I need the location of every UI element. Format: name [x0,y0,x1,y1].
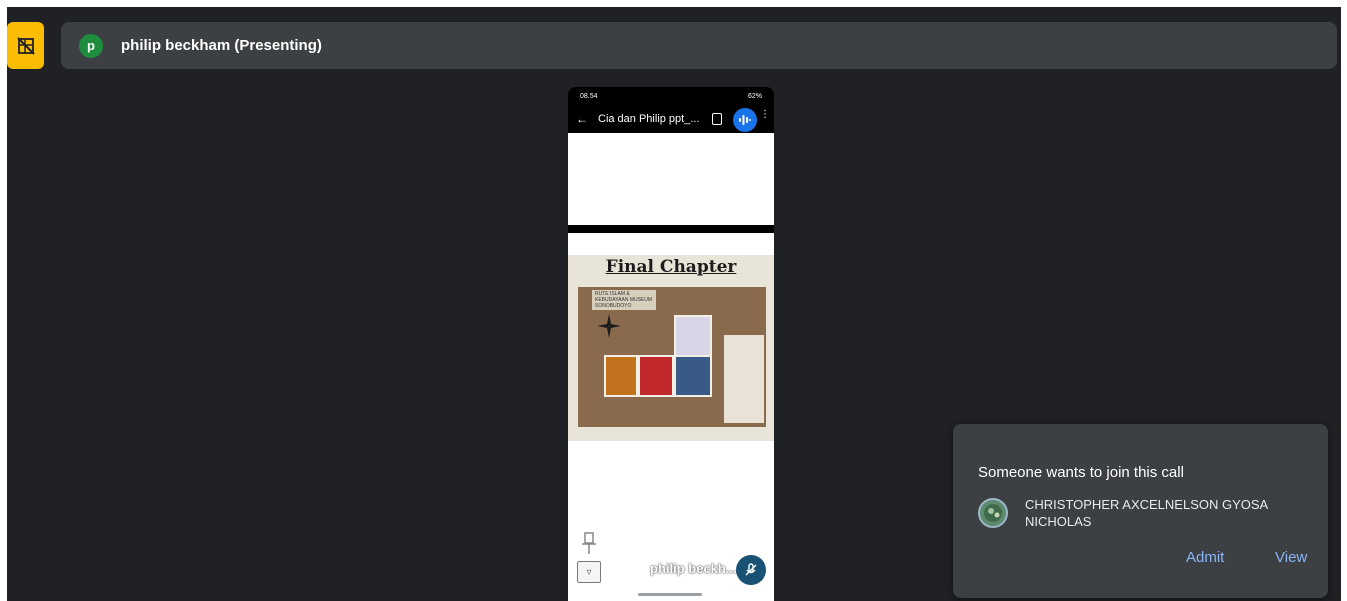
compass-icon [597,314,621,338]
phone-app-bar: ← Cia dan Philip ppt_... ⋮ [568,105,774,133]
status-time: 08.54 [580,92,598,100]
map-legend [724,335,764,423]
frame-capture-icon[interactable]: ▿ [577,561,601,583]
document-icon [712,113,722,125]
doc-title: Cia dan Philip ppt_... [598,113,700,125]
slide-thumbnail: Final Chapter RUTE ISLAM & KEBUDAYAAN MU… [568,255,774,441]
layout-tile-button[interactable] [7,22,44,69]
audio-wave-icon [733,108,757,132]
map-room-white [674,315,712,357]
map-room-red [638,355,674,397]
grid-off-icon [16,36,35,55]
view-button[interactable]: View [1275,549,1307,566]
guest-avatar [978,498,1008,528]
shared-screen: 08.54 62% ← Cia dan Philip ppt_... ⋮ Fin… [568,87,774,601]
guest-name: CHRISTOPHER AXCELNELSON GYOSA NICHOLAS [1025,497,1268,529]
back-arrow-icon: ← [576,112,588,126]
home-indicator [638,593,702,596]
status-battery: 62% [747,92,762,100]
more-vert-icon: ⋮ [760,109,770,120]
map-room-orange [604,355,638,397]
slide-title: Final Chapter [605,257,737,277]
admit-button[interactable]: Admit [1186,549,1224,566]
pin-icon[interactable] [580,532,598,556]
meeting-stage: p philip beckham (Presenting) 08.54 62% … [7,7,1341,601]
join-request-dialog: Someone wants to join this call CHRISTOP… [953,424,1328,598]
phone-status-bar: 08.54 62% [568,87,774,105]
museum-map: RUTE ISLAM & KEBUDAYAAN MUSEUM SONOBUDOY… [578,287,766,427]
mic-off-icon [736,555,766,585]
presenter-avatar: p [79,33,103,58]
tile-participant-name: philip beckh... [650,561,737,576]
presenter-bar: p philip beckham (Presenting) [61,22,1337,69]
presenter-title: philip beckham (Presenting) [121,37,322,54]
doc-page-top [568,133,774,225]
map-room-blue [674,355,712,397]
map-caption: RUTE ISLAM & KEBUDAYAAN MUSEUM SONOBUDOY… [592,290,656,310]
join-request-title: Someone wants to join this call [978,464,1184,481]
